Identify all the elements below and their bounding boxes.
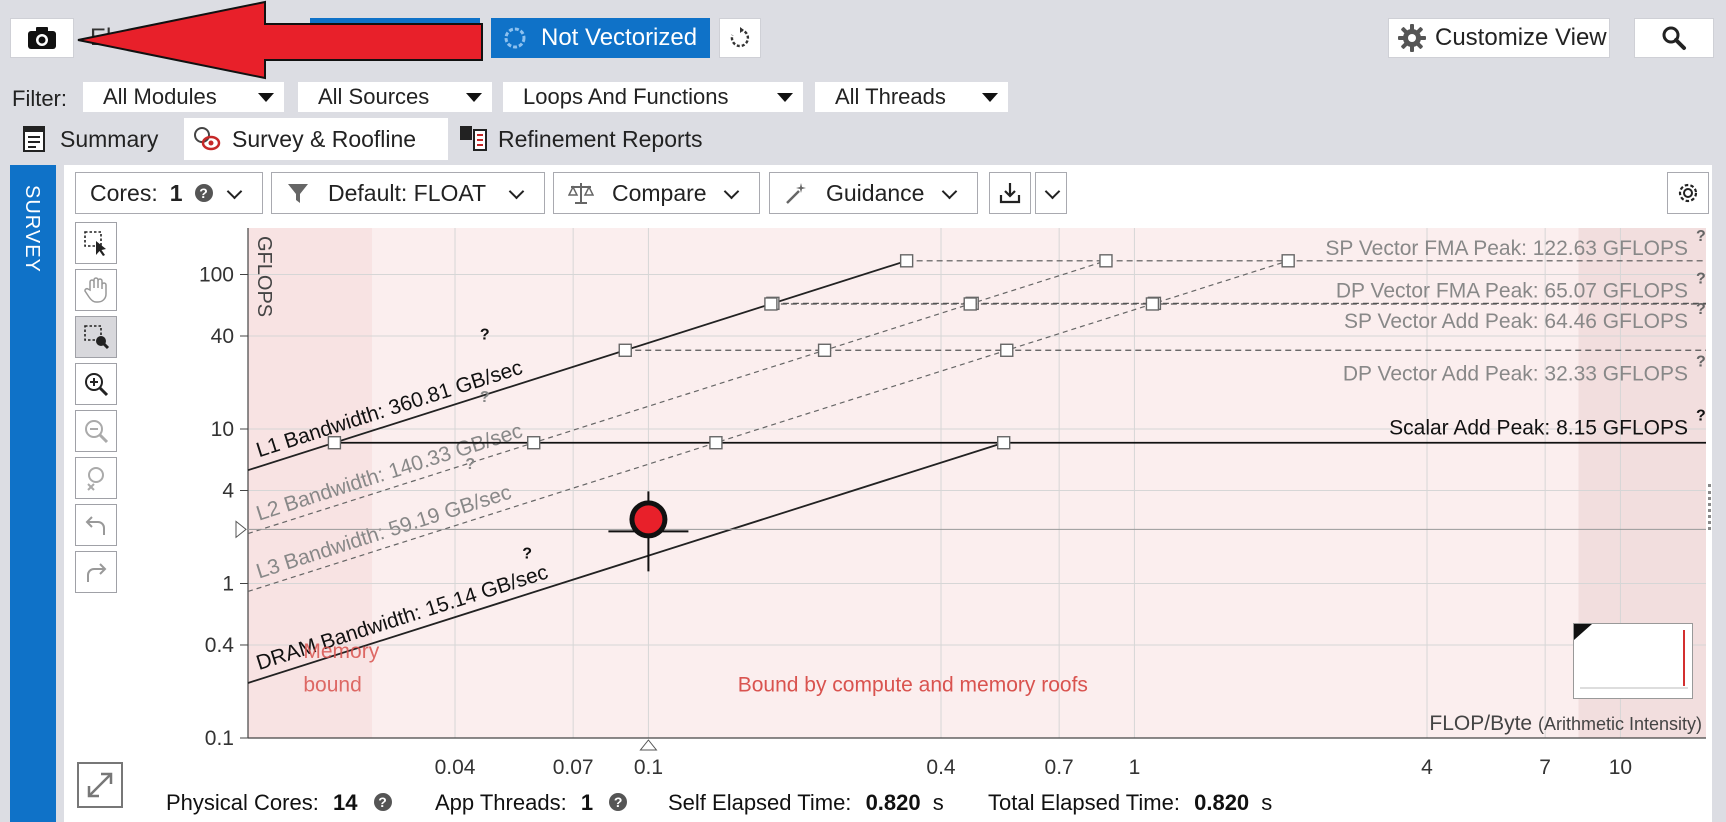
x-tick-label: 0.4 [926,756,956,779]
roof-intersection-marker [1145,297,1160,311]
roof-help-icon: ? [1696,228,1706,245]
compute-roof-label: DP Vector Add Peak: 32.33 GFLOPS [1343,362,1688,385]
self-elapsed-time: Self Elapsed Time: 0.820 s [668,790,944,816]
roof-help-icon: ? [1696,301,1706,318]
roof-intersection-marker [899,254,914,268]
roof-intersection-marker [1000,343,1014,357]
roof-intersection-marker [764,297,778,311]
x-tick-label: 0.07 [553,756,594,779]
total-elapsed-label: Total Elapsed Time: [988,790,1180,815]
roof-intersection-marker [527,436,541,450]
compute-memory-label: Bound by compute and memory roofs [738,673,1088,696]
app-threads-value: 1 [580,790,594,815]
memory-bound-label: bound [303,673,361,696]
roof-help-icon: ? [480,326,490,343]
x-cursor-marker [639,739,658,751]
x-axis-title: FLOP/Byte (Arithmetic Intensity) [1429,712,1702,735]
total-elapsed-value: 0.820 [1194,790,1250,815]
cursor-marker [235,520,247,539]
roof-help-icon: ? [1696,353,1706,370]
roofline-chart[interactable]: 0.04 0.07 0.1 0.4 0.7 1 4 7 101004010410.40.1GFL… [0,0,1726,822]
panel-resize-grip[interactable] [1708,484,1717,530]
expand-icon [87,772,113,798]
y-axis-title: GFLOPS [253,236,275,317]
minimap-preview [1574,624,1688,689]
x-tick-label: 0.7 [1045,756,1074,779]
x-tick-label: 4 [1421,756,1433,779]
compute-roof-label: SP Vector FMA Peak: 122.63 GFLOPS [1325,237,1688,260]
roof-help-icon: ? [480,389,490,406]
y-tick-label: 10 [211,418,234,441]
physical-cores-value: 14 [332,790,358,815]
expand-button[interactable] [77,762,123,808]
x-tick-label: 7 [1539,756,1551,779]
data-point [634,505,663,534]
physical-cores-label: Physical Cores: [166,790,319,815]
y-tick-label: 40 [211,325,234,348]
x-tick-label: 0.04 [435,756,476,779]
y-tick-label: 4 [222,479,234,502]
y-tick-label: 0.4 [205,634,235,657]
y-tick-label: 100 [199,264,234,287]
compute-roof-label: SP Vector Add Peak: 64.46 GFLOPS [1344,310,1688,333]
roof-help-icon: ? [1696,270,1706,287]
x-tick-label: 10 [1609,756,1632,779]
roof-intersection-marker [817,343,832,357]
self-elapsed-label: Self Elapsed Time: [668,790,852,815]
app-threads-help-icon[interactable]: ? [609,793,628,811]
roof-intersection-marker [709,436,723,450]
y-tick-label: 0.1 [205,727,234,750]
self-elapsed-value: 0.820 [865,790,921,815]
app-threads: App Threads: 1 ? [435,790,628,816]
x-tick-label: 1 [1129,756,1141,779]
compute-roof-label: Scalar Add Peak: 8.15 GFLOPS [1389,417,1688,440]
app-threads-label: App Threads: [435,790,567,815]
roof-help-icon: ? [465,456,475,473]
physical-cores-help-icon[interactable]: ? [373,793,392,811]
compute-roof-label: DP Vector FMA Peak: 65.07 GFLOPS [1336,279,1688,302]
roof-intersection-marker [963,297,977,311]
self-elapsed-unit: s [932,790,944,815]
roof-help-icon: ? [1696,408,1706,425]
total-elapsed-time: Total Elapsed Time: 0.820 s [988,790,1272,816]
roof-intersection-marker [997,436,1011,450]
roof-intersection-marker [327,436,342,450]
roof-intersection-marker [1281,254,1295,268]
y-tick-label: 1 [222,573,234,596]
roof-help-icon: ? [522,546,532,563]
physical-cores: Physical Cores: 14 ? [166,790,392,816]
chart-minimap[interactable] [1573,623,1693,699]
memory-bound-label: Memory [303,640,379,663]
x-tick-label: 0.1 [634,756,663,779]
roof-intersection-marker [618,343,632,357]
total-elapsed-unit: s [1261,790,1273,815]
roof-intersection-marker [1099,254,1113,268]
